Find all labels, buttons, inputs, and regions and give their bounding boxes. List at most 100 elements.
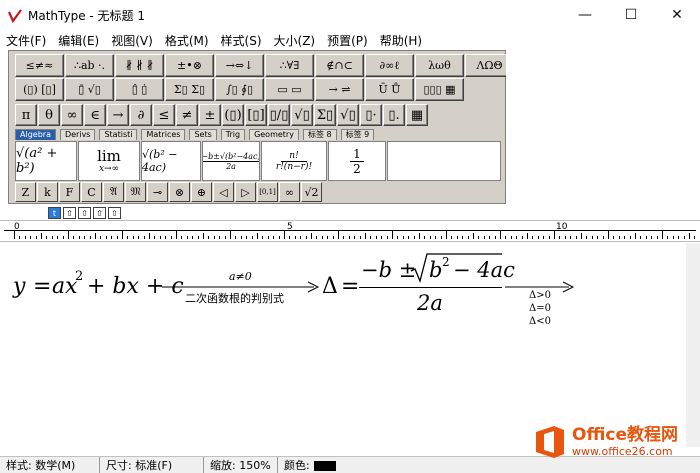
infinity-2-button[interactable]: ∞ <box>279 182 300 202</box>
integers-button[interactable]: Z <box>15 182 36 202</box>
status-zoom[interactable]: 缩放: 150% <box>204 457 278 473</box>
right-triangle-button[interactable]: ▷ <box>235 182 256 202</box>
plus-minus-button[interactable]: ± <box>199 104 221 126</box>
sqrt2-button[interactable]: √2 <box>301 182 322 202</box>
status-color[interactable]: 颜色: <box>278 457 342 473</box>
multimap-button[interactable]: ⊸ <box>147 182 168 202</box>
theta-button[interactable]: θ <box>38 104 60 126</box>
fence-templates-button[interactable]: (▯) [▯] <box>15 78 64 101</box>
underbar-templates-button[interactable]: ▭ ▭ <box>265 78 314 101</box>
k-button[interactable]: k <box>37 182 58 202</box>
brackets-button[interactable]: [▯] <box>245 104 267 126</box>
fraktur-a-button[interactable]: 𝔄 <box>103 182 124 202</box>
ruler-tick <box>505 236 507 239</box>
template-limit[interactable]: lim x→∞ <box>78 141 140 181</box>
ruler-tick <box>683 236 685 239</box>
oplus-button[interactable]: ⊕ <box>191 182 212 202</box>
otimes-button[interactable]: ⊗ <box>169 182 190 202</box>
equation-editor[interactable]: y = ax 2 + bx + c a≠0 二次函数根的判别式 Δ = −b ±… <box>0 243 686 447</box>
superscript-button[interactable]: ▯· <box>360 104 382 126</box>
template-quadratic-formula[interactable]: −b±√(b²−4ac) 2a <box>202 141 260 181</box>
right-arrow-button[interactable]: → <box>107 104 129 126</box>
ruler-tick <box>165 236 167 239</box>
menu-view[interactable]: 视图(V) <box>105 32 159 49</box>
ruler-tick <box>467 236 469 239</box>
tab-matrices[interactable]: Matrices <box>141 129 186 140</box>
center-tab-button[interactable]: ⇧ <box>78 207 91 219</box>
tab-sets[interactable]: Sets <box>189 129 217 140</box>
relations-palette-button[interactable]: ≤≠≈ <box>15 54 64 77</box>
tab-geometry[interactable]: Geometry <box>249 129 299 140</box>
radical-2-button[interactable]: √▯ <box>337 104 359 126</box>
arrows-palette-button[interactable]: →⇔↓ <box>215 54 264 77</box>
tab-derivs[interactable]: Derivs <box>59 129 96 140</box>
tab-8[interactable]: 标签 8 <box>302 129 337 140</box>
integral-templates-button[interactable]: ∫▯ ∮▯ <box>215 78 264 101</box>
menu-size[interactable]: 大小(Z) <box>268 32 322 49</box>
tab-9[interactable]: 标签 9 <box>340 129 375 140</box>
menu-preferences[interactable]: 预置(P) <box>321 32 374 49</box>
products-templates-button[interactable]: Ū Ů <box>365 78 414 101</box>
logic-palette-button[interactable]: ∴∀∃ <box>265 54 314 77</box>
parentheses-button[interactable]: (▯) <box>222 104 244 126</box>
tab-algebra[interactable]: Algebra <box>15 129 56 140</box>
ruler-tick <box>89 236 91 239</box>
ruler[interactable]: 0 5 10 <box>0 220 700 242</box>
status-style[interactable]: 样式: 数学(M) <box>0 457 100 473</box>
pi-button[interactable]: π <box>15 104 37 126</box>
summation-templates-button[interactable]: Σ▯ Σ▯ <box>165 78 214 101</box>
complex-button[interactable]: C <box>81 182 102 202</box>
left-tab-button[interactable]: ⇧ <box>63 207 76 219</box>
set-theory-palette-button[interactable]: ∉∩⊂ <box>315 54 364 77</box>
template-discriminant[interactable]: √(b² − 4ac) <box>141 141 201 181</box>
ruler-tick <box>532 236 534 239</box>
ruler-tick <box>651 236 653 239</box>
menu-style[interactable]: 样式(S) <box>215 32 268 49</box>
script-templates-button[interactable]: ▯̂ ▯̇ <box>115 78 164 101</box>
menu-help[interactable]: 帮助(H) <box>374 32 428 49</box>
spaces-palette-button[interactable]: ∴ab ·. <box>65 54 114 77</box>
interval-button[interactable]: [0,1] <box>257 182 278 202</box>
fraction-button[interactable]: ▯/▯ <box>268 104 290 126</box>
symbol-row-1: ≤≠≈ ∴ab ·. ∦ ∦ ∦ ±•⊗ →⇔↓ ∴∀∃ ∉∩⊂ ∂∞ℓ λωθ… <box>15 54 515 77</box>
close-button[interactable]: ✕ <box>654 0 700 30</box>
template-hypotenuse[interactable]: √(a² + b²) <box>15 141 77 181</box>
vertical-scrollbar[interactable] <box>686 243 700 447</box>
symbol-palette: ≤≠≈ ∴ab ·. ∦ ∦ ∦ ±•⊗ →⇔↓ ∴∀∃ ∉∩⊂ ∂∞ℓ λωθ… <box>8 50 514 204</box>
less-equal-button[interactable]: ≤ <box>153 104 175 126</box>
summation-button[interactable]: Σ▯ <box>314 104 336 126</box>
maximize-button[interactable]: ☐ <box>608 0 654 30</box>
operators-palette-button[interactable]: ±•⊗ <box>165 54 214 77</box>
ruler-tick <box>375 236 377 239</box>
matrix-button[interactable]: ▦ <box>406 104 428 126</box>
misc-symbols-palette-button[interactable]: ∂∞ℓ <box>365 54 414 77</box>
menu-edit[interactable]: 编辑(E) <box>52 32 105 49</box>
right-tab-button[interactable]: ⇧ <box>93 207 106 219</box>
tab-trig[interactable]: Trig <box>220 129 246 140</box>
minimize-button[interactable]: — <box>562 0 608 30</box>
infinity-button[interactable]: ∞ <box>61 104 83 126</box>
embellishments-palette-button[interactable]: ∦ ∦ ∦ <box>115 54 164 77</box>
menu-format[interactable]: 格式(M) <box>159 32 215 49</box>
decimal-tab-button[interactable]: ⇧ <box>108 207 121 219</box>
tab-statistics[interactable]: Statisti <box>99 129 138 140</box>
text-tab-button[interactable]: t <box>48 207 61 219</box>
template-one-half[interactable]: 1 2 <box>328 141 386 181</box>
ruler-tick <box>186 236 188 239</box>
left-triangle-button[interactable]: ◁ <box>213 182 234 202</box>
template-empty-slot[interactable] <box>387 141 501 181</box>
radical-button[interactable]: √▯ <box>291 104 313 126</box>
subscript-button[interactable]: ▯. <box>383 104 405 126</box>
matrix-templates-button[interactable]: ▯▯▯ ▦ <box>415 78 464 101</box>
not-equal-button[interactable]: ≠ <box>176 104 198 126</box>
fraktur-m-button[interactable]: 𝔐 <box>125 182 146 202</box>
element-of-button[interactable]: ∈ <box>84 104 106 126</box>
greek-lower-palette-button[interactable]: λωθ <box>415 54 464 77</box>
fraction-radical-templates-button[interactable]: ▯̄ √▯ <box>65 78 114 101</box>
partial-button[interactable]: ∂ <box>130 104 152 126</box>
menu-file[interactable]: 文件(F) <box>0 32 52 49</box>
template-combination[interactable]: n! r!(n−r)! <box>261 141 327 181</box>
status-size[interactable]: 尺寸: 标准(F) <box>100 457 204 473</box>
labeled-arrow-templates-button[interactable]: → ⇌ <box>315 78 364 101</box>
f-button[interactable]: F <box>59 182 80 202</box>
